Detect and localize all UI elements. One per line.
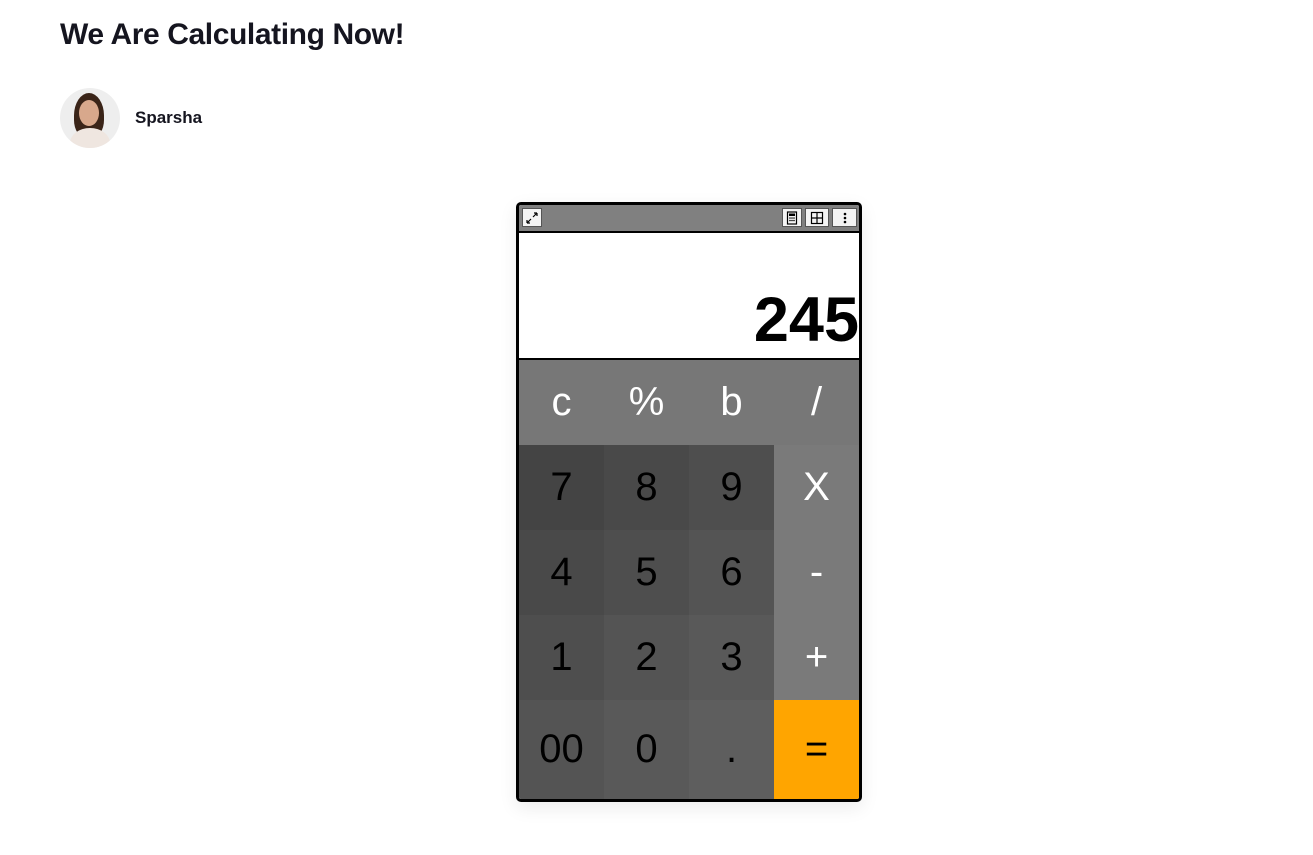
calculator-icon[interactable]	[782, 208, 802, 227]
multiply-button[interactable]: X	[774, 445, 859, 530]
digit-5-button[interactable]: 5	[604, 530, 689, 615]
digit-6-button[interactable]: 6	[689, 530, 774, 615]
digit-4-button[interactable]: 4	[519, 530, 604, 615]
author-byline: Sparsha	[60, 88, 202, 148]
equals-button[interactable]: =	[774, 700, 859, 799]
digit-9-button[interactable]: 9	[689, 445, 774, 530]
divide-button[interactable]: /	[774, 360, 859, 445]
keypad: c% b/ 7 8 9 X 4 5 6- 1 2 3 +00 0. =	[519, 360, 859, 799]
double-zero-button[interactable]: 00	[519, 700, 604, 799]
decimal-button[interactable]: .	[689, 700, 774, 799]
calculator-display: 245	[519, 233, 859, 360]
digit-7-button[interactable]: 7	[519, 445, 604, 530]
digit-0-button[interactable]: 0	[604, 700, 689, 799]
calculator-widget: 245 c% b/ 7 8 9 X 4 5 6- 1 2 3 +00 0. =	[516, 202, 862, 802]
digit-1-button[interactable]: 1	[519, 615, 604, 700]
clear-button[interactable]: c	[519, 360, 604, 445]
page-title: We Are Calculating Now!	[60, 18, 405, 51]
subtract-button[interactable]: -	[774, 530, 859, 615]
display-value: 245	[753, 285, 859, 355]
add-button[interactable]: +	[774, 615, 859, 700]
digit-2-button[interactable]: 2	[604, 615, 689, 700]
grid-icon[interactable]	[805, 208, 829, 227]
backspace-button[interactable]: b	[689, 360, 774, 445]
avatar[interactable]	[60, 88, 120, 148]
minimize-arrows-icon[interactable]	[522, 208, 542, 227]
more-vertical-icon[interactable]	[832, 208, 857, 227]
author-name[interactable]: Sparsha	[135, 108, 202, 128]
calculator-titlebar	[519, 205, 859, 233]
digit-3-button[interactable]: 3	[689, 615, 774, 700]
percent-button[interactable]: %	[604, 360, 689, 445]
digit-8-button[interactable]: 8	[604, 445, 689, 530]
